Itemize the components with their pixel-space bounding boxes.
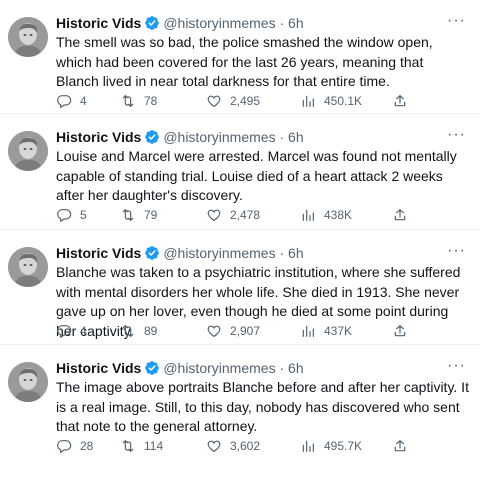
like-button[interactable]: 2,478: [206, 206, 260, 224]
author-name[interactable]: Historic Vids: [56, 129, 141, 145]
share-icon: [394, 95, 406, 107]
more-icon[interactable]: ···: [447, 125, 466, 145]
reply-button[interactable]: 5: [56, 206, 87, 224]
views-button[interactable]: 437K: [300, 322, 352, 340]
separator-dot: ·: [279, 360, 285, 376]
tweet-time[interactable]: 6h: [288, 129, 304, 145]
views-icon: [302, 209, 314, 221]
like-button[interactable]: 2,907: [206, 322, 260, 340]
separator-dot: ·: [279, 15, 285, 31]
tweet-text: The smell was so bad, the police smashed…: [56, 34, 433, 89]
reply-count: 5: [80, 208, 87, 222]
tweet-time[interactable]: 6h: [288, 360, 304, 376]
reply-button[interactable]: 28: [56, 437, 93, 455]
avatar[interactable]: [8, 362, 48, 402]
author-handle[interactable]: @historyinmemes: [163, 245, 275, 261]
retweet-button[interactable]: 78: [120, 92, 157, 110]
reply-count: 4: [80, 94, 87, 108]
tweet-header: Historic Vids @historyinmemes · 6h ···: [56, 241, 470, 263]
tweet-header: Historic Vids @historyinmemes · 6h ···: [56, 356, 470, 378]
retweet-count: 79: [144, 208, 158, 222]
like-count: 2,478: [230, 208, 261, 222]
retweet-icon: [122, 325, 134, 337]
more-icon[interactable]: ···: [447, 356, 466, 376]
author-name[interactable]: Historic Vids: [56, 245, 141, 261]
avatar[interactable]: [8, 247, 48, 287]
retweet-count: 78: [144, 94, 158, 108]
separator-dot: ·: [279, 129, 285, 145]
like-count: 3,602: [230, 439, 261, 453]
reply-button[interactable]: 4: [56, 322, 87, 340]
more-icon[interactable]: ···: [447, 11, 466, 31]
like-icon: [207, 95, 221, 107]
share-button[interactable]: [392, 322, 408, 340]
tweet-header: Historic Vids @historyinmemes · 6h ···: [56, 125, 470, 147]
retweet-button[interactable]: 114: [120, 437, 163, 455]
tweet-actions: 4 78 2,495 450.1K: [56, 92, 470, 110]
tweet-time[interactable]: 6h: [288, 15, 304, 31]
reply-icon: [57, 440, 72, 453]
tweet-actions: 5 79 2,478 438K: [56, 206, 470, 224]
share-button[interactable]: [392, 206, 408, 224]
tweet[interactable]: Historic Vids @historyinmemes · 6h ··· Lo…: [0, 113, 480, 226]
tweet-time[interactable]: 6h: [288, 245, 304, 261]
like-count: 2,907: [230, 324, 261, 338]
like-icon: [207, 325, 221, 337]
views-button[interactable]: 495.7K: [300, 437, 362, 455]
reply-button[interactable]: 4: [56, 92, 87, 110]
reply-icon: [57, 95, 72, 108]
tweet-text: The image above portraits Blanche before…: [56, 379, 469, 434]
retweet-icon: [122, 209, 134, 221]
like-icon: [207, 440, 221, 452]
retweet-count: 114: [144, 439, 164, 453]
retweet-icon: [122, 95, 134, 107]
views-icon: [302, 325, 314, 337]
view-count: 438K: [324, 208, 353, 222]
author-handle[interactable]: @historyinmemes: [163, 360, 275, 376]
more-icon[interactable]: ···: [447, 241, 466, 261]
author-name[interactable]: Historic Vids: [56, 15, 141, 31]
views-icon: [302, 95, 314, 107]
views-button[interactable]: 438K: [300, 206, 352, 224]
author-handle[interactable]: @historyinmemes: [163, 15, 275, 31]
separator-dot: ·: [279, 245, 285, 261]
retweet-icon: [122, 440, 134, 452]
retweet-button[interactable]: 89: [120, 322, 157, 340]
reply-icon: [57, 209, 72, 222]
tweet-actions: 4 89 2,907 437K: [56, 322, 470, 340]
tweet-actions: 28 114 3,602 495.7K: [56, 437, 470, 455]
retweet-button[interactable]: 79: [120, 206, 157, 224]
view-count: 495.7K: [324, 439, 363, 453]
share-icon: [394, 440, 406, 452]
tweet[interactable]: Historic Vids @historyinmemes · 6h ··· Th…: [0, 344, 480, 457]
reply-count: 4: [80, 324, 87, 338]
author-handle[interactable]: @historyinmemes: [163, 129, 275, 145]
view-count: 437K: [324, 324, 353, 338]
share-button[interactable]: [392, 92, 408, 110]
like-button[interactable]: 2,495: [206, 92, 260, 110]
avatar[interactable]: [8, 17, 48, 57]
retweet-count: 89: [144, 324, 158, 338]
view-count: 450.1K: [324, 94, 363, 108]
like-icon: [207, 209, 221, 221]
views-button[interactable]: 450.1K: [300, 92, 362, 110]
tweet[interactable]: Historic Vids @historyinmemes · 6h ··· Th…: [0, 0, 480, 113]
like-button[interactable]: 3,602: [206, 437, 260, 455]
share-icon: [394, 325, 406, 337]
tweet-header: Historic Vids @historyinmemes · 6h ···: [56, 11, 470, 33]
reply-count: 28: [80, 439, 94, 453]
author-name[interactable]: Historic Vids: [56, 360, 141, 376]
tweet-thread: Historic Vids @historyinmemes · 6h ··· Th…: [0, 0, 480, 480]
tweet[interactable]: Historic Vids @historyinmemes · 6h ··· Bl…: [0, 229, 480, 342]
reply-icon: [57, 325, 72, 338]
views-icon: [302, 440, 314, 452]
share-icon: [394, 209, 406, 221]
like-count: 2,495: [230, 94, 261, 108]
avatar[interactable]: [8, 131, 48, 171]
share-button[interactable]: [392, 437, 408, 455]
tweet-text: Louise and Marcel were arrested. Marcel …: [56, 148, 457, 203]
